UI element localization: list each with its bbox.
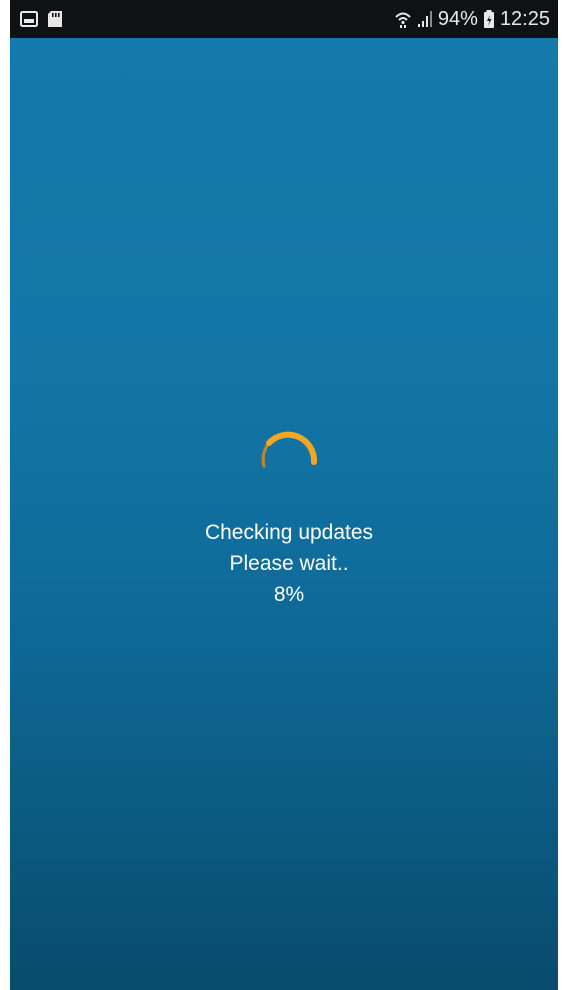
wifi-icon bbox=[394, 9, 412, 29]
progress-percent: 8% bbox=[273, 583, 305, 606]
loading-message: Checking updates Please wait.. 8% bbox=[10, 517, 558, 610]
loading-title: Checking updates bbox=[204, 521, 374, 544]
battery-icon bbox=[483, 9, 495, 29]
clock-time: 12:25 bbox=[499, 7, 550, 30]
status-bar: 94% 12:25 bbox=[10, 0, 558, 38]
loading-spinner bbox=[254, 421, 334, 481]
image-notification-icon bbox=[20, 10, 38, 28]
splash-screen: Checking updates Please wait.. 8% bbox=[10, 38, 558, 990]
battery-percent: 94% bbox=[437, 7, 478, 30]
phone-screen: 94% 12:25 Checking updates Please wait..… bbox=[10, 0, 558, 990]
spinner-icon bbox=[261, 431, 318, 468]
sd-card-icon bbox=[46, 10, 64, 28]
signal-icon bbox=[417, 10, 433, 28]
loading-subtitle: Please wait.. bbox=[229, 552, 349, 575]
status-right: 94% 12:25 bbox=[394, 0, 550, 38]
status-left-icons bbox=[20, 8, 64, 30]
